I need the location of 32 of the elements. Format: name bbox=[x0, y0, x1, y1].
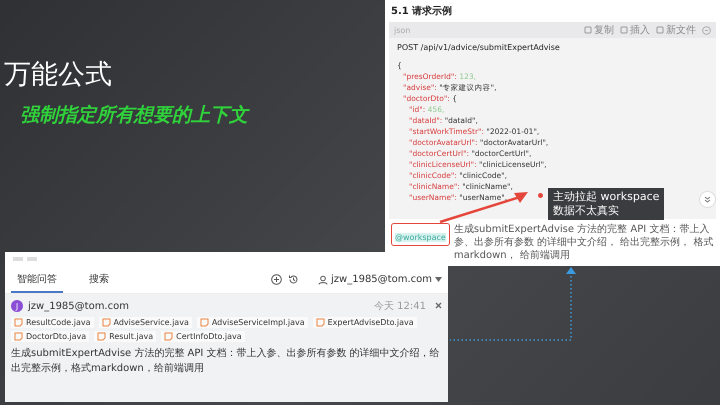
file-chip[interactable]: DoctorDto.java bbox=[11, 331, 90, 342]
annotation-dot bbox=[538, 193, 543, 198]
file-icon bbox=[164, 332, 174, 341]
message-time: 今天 12:41 bbox=[374, 300, 426, 313]
file-chip[interactable]: AdviseServiceImpl.java bbox=[196, 317, 308, 328]
file-chip[interactable]: Result.java bbox=[94, 331, 156, 342]
prompt-text: 生成submitExpertAdvise 方法的完整 API 文档：带上入参、出参所有参数 的详细中文介绍， 给出完整示例， 格式markdown， 给前端调用 bbox=[454, 223, 714, 262]
file-chip[interactable]: AdviseService.java bbox=[98, 317, 192, 328]
request-line: POST /api/v1/advice/submitExpertAdvise bbox=[396, 42, 561, 54]
file-icon bbox=[316, 318, 325, 327]
mention-tag: @workspace bbox=[395, 233, 446, 242]
slide-title: 万能公式 bbox=[4, 58, 113, 92]
chevrons-down-icon bbox=[704, 196, 711, 203]
document-icon bbox=[620, 26, 628, 34]
user-avatar: J bbox=[11, 300, 23, 312]
file-chip[interactable]: ExpertAdviseDto.java bbox=[312, 317, 417, 328]
document-icon bbox=[584, 26, 592, 34]
file-chip[interactable]: ResultCode.java bbox=[11, 317, 94, 328]
tooltip-line: 数据不太真实 bbox=[553, 204, 620, 218]
language-label: json bbox=[394, 26, 412, 34]
section-heading: 5.1 请求示例 bbox=[390, 4, 454, 19]
file-icon bbox=[200, 318, 209, 327]
message-author: jzw_1985@tom.com bbox=[28, 300, 129, 312]
file-chip[interactable]: CertInfoDto.java bbox=[161, 331, 245, 342]
caret-icon bbox=[435, 277, 442, 282]
slide-subtitle: 强制指定所有想要的上下文 bbox=[20, 103, 248, 128]
document-icon bbox=[656, 26, 664, 34]
account-menu[interactable]: jzw_1985@tom.com bbox=[302, 274, 442, 285]
user-icon bbox=[318, 274, 328, 284]
tab[interactable]: 搜索 bbox=[83, 266, 115, 293]
message-text: 生成submitExpertAdvise 方法的完整 API 文档：带上入参、出参所有参数 的详细中文介绍，给出完整示例，格式markdown，给前端调用 bbox=[11, 346, 441, 376]
tooltip-line: 主动拉起 workspace bbox=[553, 190, 660, 204]
